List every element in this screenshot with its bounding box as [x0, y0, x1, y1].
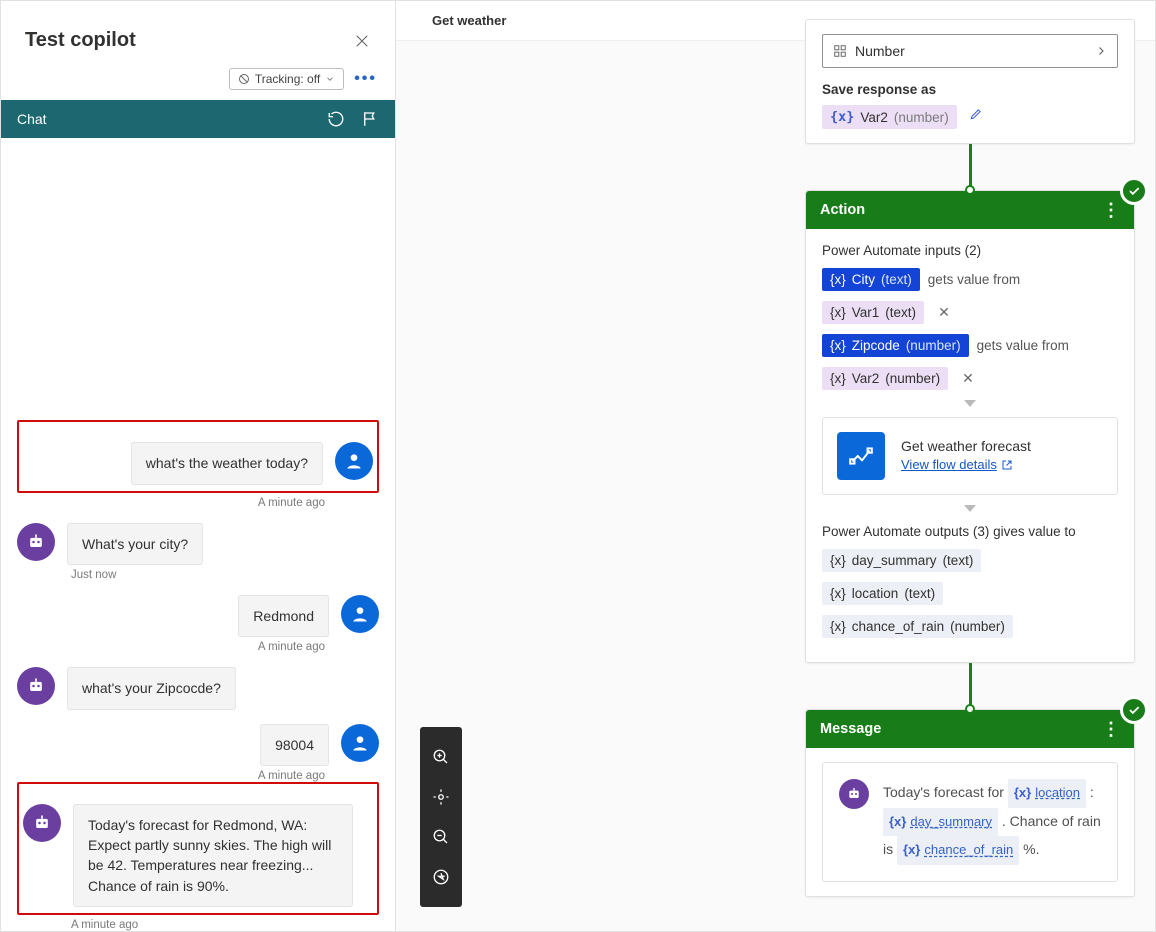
minimap-button[interactable]	[420, 857, 462, 897]
tracking-toggle[interactable]: Tracking: off	[229, 68, 344, 90]
grid-icon	[833, 44, 847, 58]
fit-to-screen-button[interactable]	[420, 777, 462, 817]
zoom-out-button[interactable]	[420, 817, 462, 857]
message-text: Redmond	[238, 595, 329, 637]
close-icon[interactable]	[353, 32, 371, 50]
flow-name: Get weather forecast	[901, 438, 1031, 454]
bot-avatar-icon	[17, 667, 55, 705]
var-token[interactable]: {x}Var1(text)	[822, 301, 924, 324]
reset-icon[interactable]	[327, 110, 345, 128]
output-token[interactable]: {x}chance_of_rain(number)	[822, 615, 1013, 638]
user-avatar-icon	[341, 595, 379, 633]
message-text: Today's forecast for Redmond, WA: Expect…	[73, 804, 353, 907]
remove-mapping-icon[interactable]: ✕	[962, 370, 974, 387]
var-location[interactable]: {x}location	[1008, 779, 1086, 808]
message-preview[interactable]: Today's forecast for {x}location : {x}da…	[822, 762, 1118, 882]
status-check-icon	[1120, 696, 1148, 724]
save-var-token[interactable]: {x} Var2 (number)	[822, 105, 957, 129]
var-day-summary[interactable]: {x}day_summary	[883, 808, 998, 837]
zoom-toolbar	[420, 727, 462, 907]
action-node-header[interactable]: Action ⋮	[806, 191, 1134, 229]
var-token[interactable]: {x}Var2(number)	[822, 367, 948, 390]
chevron-down-icon	[325, 74, 335, 84]
timestamp: A minute ago	[17, 919, 379, 931]
bot-avatar-icon	[839, 779, 869, 809]
status-check-icon	[1120, 177, 1148, 205]
chat-message: what's your Zipcocde?	[17, 667, 379, 709]
edit-variable-icon[interactable]	[969, 108, 983, 125]
timestamp: A minute ago	[17, 641, 379, 653]
chat-header: Chat	[1, 100, 395, 138]
zoom-in-button[interactable]	[420, 737, 462, 777]
outputs-heading: Power Automate outputs (3) gives value t…	[822, 524, 1118, 539]
flag-icon[interactable]	[361, 110, 379, 128]
chat-message: 98004	[17, 724, 379, 766]
message-node-header[interactable]: Message ⋮	[806, 710, 1134, 748]
timestamp: A minute ago	[17, 770, 379, 782]
remove-mapping-icon[interactable]: ✕	[938, 304, 950, 321]
chat-message: what's the weather today?	[23, 442, 373, 484]
test-copilot-title: Test copilot	[25, 29, 136, 52]
output-token[interactable]: {x}location(text)	[822, 582, 943, 605]
chevron-right-icon	[1095, 45, 1107, 57]
chat-message: What's your city?	[17, 523, 379, 565]
chat-message: Today's forecast for Redmond, WA: Expect…	[23, 804, 373, 907]
type-select[interactable]: Number	[822, 34, 1118, 68]
tracking-off-icon	[238, 73, 250, 85]
timestamp: Just now	[17, 569, 379, 581]
message-text: what's the weather today?	[131, 442, 323, 484]
flow-card[interactable]: Get weather forecast View flow details	[822, 417, 1118, 495]
output-token[interactable]: {x}day_summary(text)	[822, 549, 981, 572]
timestamp: A minute ago	[17, 497, 379, 509]
authoring-canvas: Get weather Number Save response as	[396, 1, 1155, 931]
message-text: what's your Zipcocde?	[67, 667, 236, 709]
chat-messages: what's the weather today? A minute ago Wha…	[1, 138, 395, 931]
message-text: What's your city?	[67, 523, 203, 565]
external-link-icon	[1001, 459, 1013, 471]
param-token[interactable]: {x}City(text)	[822, 268, 920, 291]
chat-tab-label: Chat	[17, 111, 47, 127]
param-token[interactable]: {x}Zipcode(number)	[822, 334, 969, 357]
flow-icon	[837, 432, 885, 480]
bot-avatar-icon	[17, 523, 55, 561]
chat-message: Redmond	[17, 595, 379, 637]
user-avatar-icon	[335, 442, 373, 480]
message-kebab-icon[interactable]: ⋮	[1102, 720, 1120, 738]
message-text: 98004	[260, 724, 329, 766]
more-options-button[interactable]: •••	[354, 70, 377, 88]
view-flow-details-link[interactable]: View flow details	[901, 457, 1013, 472]
test-copilot-panel: Test copilot Tracking: off ••• Chat what…	[1, 1, 396, 931]
save-response-label: Save response as	[822, 82, 1118, 97]
inputs-heading: Power Automate inputs (2)	[822, 243, 1118, 258]
action-kebab-icon[interactable]: ⋮	[1102, 201, 1120, 219]
user-avatar-icon	[341, 724, 379, 762]
var-chance-of-rain[interactable]: {x}chance_of_rain	[897, 836, 1019, 865]
bot-avatar-icon	[23, 804, 61, 842]
